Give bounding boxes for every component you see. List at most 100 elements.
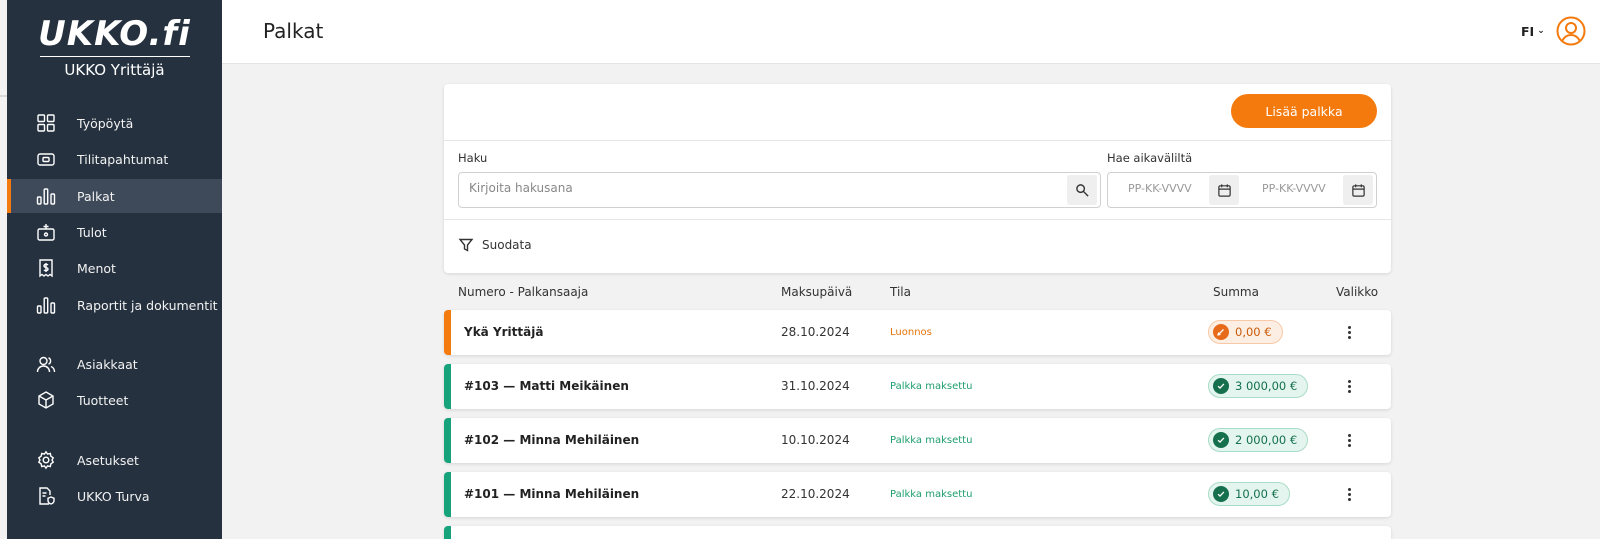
check-icon (1213, 432, 1229, 448)
sidebar-item-palkat[interactable]: Palkat (7, 179, 222, 213)
sidebar: UKKO.fi UKKO Yrittäjä Työpöytä Tilitapah… (7, 0, 222, 539)
add-salary-button[interactable]: Lisää palkka (1231, 94, 1377, 128)
amount-badge: 10,00 € (1208, 482, 1290, 506)
sidebar-item-label: Palkat (77, 188, 115, 204)
shield-document-icon (36, 486, 56, 506)
payment-date: 31.10.2024 (781, 379, 850, 393)
sidebar-item-tilitapahtumat[interactable]: Tilitapahtumat (7, 142, 222, 176)
sidebar-item-tulot[interactable]: Tulot (7, 215, 222, 249)
status-indicator-bar (444, 526, 451, 539)
sidebar-item-label: Tulot (77, 224, 107, 240)
status-text: Luonnos (890, 327, 932, 338)
grid-icon (36, 113, 56, 133)
table-row[interactable]: #103 — Matti Meikäinen 31.10.2024 Palkka… (444, 364, 1391, 409)
logo-divider (39, 56, 190, 57)
payment-date: 22.10.2024 (781, 487, 850, 501)
amount-value: 2 000,00 € (1235, 433, 1298, 447)
sidebar-item-tuotteet[interactable]: Tuotteet (7, 383, 222, 417)
logo[interactable]: UKKO.fi UKKO Yrittäjä (7, 14, 222, 79)
sidebar-item-label: UKKO Turva (77, 488, 150, 504)
status-indicator-bar (444, 418, 451, 463)
bar-chart-icon (36, 186, 56, 206)
receipt-icon (36, 258, 56, 278)
table-row[interactable]: #102 — Minna Mehiläinen 10.10.2024 Palkk… (444, 418, 1391, 463)
table-row[interactable]: #101 — Minna Mehiläinen 22.10.2024 Palkk… (444, 472, 1391, 517)
column-header-menu: Valikko (1336, 285, 1379, 299)
users-icon (36, 354, 56, 374)
sidebar-item-raportit[interactable]: Raportit ja dokumentit (7, 288, 222, 322)
logo-subtitle: UKKO Yrittäjä (64, 61, 165, 79)
column-header-status[interactable]: Tila (890, 285, 911, 299)
recipient-name: #101 — Minna Mehiläinen (464, 487, 640, 501)
page-title: Palkat (263, 19, 324, 43)
box-icon (36, 390, 56, 410)
filter-toggle[interactable]: Suodata (458, 237, 532, 253)
search-icon (1075, 183, 1089, 197)
sidebar-item-label: Asetukset (77, 452, 139, 468)
sidebar-item-asiakkaat[interactable]: Asiakkaat (7, 347, 222, 381)
draft-pencil-icon (1213, 324, 1229, 340)
amount-value: 10,00 € (1235, 487, 1279, 501)
calendar-icon (1217, 183, 1231, 197)
amount-badge: 0,00 € (1208, 320, 1283, 344)
search-input[interactable] (469, 181, 1029, 195)
date-end-input[interactable] (1262, 182, 1342, 195)
sidebar-item-ukko-turva[interactable]: UKKO Turva (7, 479, 222, 513)
sidebar-item-menot[interactable]: Menot (7, 251, 222, 285)
sidebar-item-label: Asiakkaat (77, 356, 138, 372)
search-field[interactable] (458, 172, 1101, 208)
sidebar-item-label: Tuotteet (77, 392, 129, 408)
filter-card: Lisää palkka Haku Hae aikaväliltä Suodat… (444, 84, 1391, 273)
recipient-name: #103 — Matti Meikäinen (464, 379, 629, 393)
status-text: Palkka maksettu (890, 381, 973, 392)
chevron-down-icon: ⌄ (1537, 25, 1545, 36)
cash-register-icon (36, 222, 56, 242)
payment-date: 10.10.2024 (781, 433, 850, 447)
date-start-picker-button[interactable] (1209, 175, 1239, 205)
search-label: Haku (458, 151, 488, 165)
check-icon (1213, 486, 1229, 502)
sidebar-item-asetukset[interactable]: Asetukset (7, 443, 222, 477)
divider (444, 140, 1391, 141)
filter-toggle-label: Suodata (482, 238, 532, 252)
row-menu-button[interactable] (1343, 376, 1355, 396)
status-indicator-bar (444, 472, 451, 517)
search-button[interactable] (1067, 175, 1097, 205)
sidebar-item-label: Menot (77, 260, 116, 276)
settings-icon (36, 450, 56, 470)
row-menu-button[interactable] (1343, 484, 1355, 504)
row-menu-button[interactable] (1343, 322, 1355, 342)
user-profile-icon[interactable] (1556, 16, 1586, 46)
column-header-amount[interactable]: Summa (1213, 285, 1259, 299)
amount-badge: 2 000,00 € (1208, 428, 1309, 452)
sidebar-item-tyopoyta[interactable]: Työpöytä (7, 106, 222, 140)
calendar-icon (1351, 183, 1365, 197)
recipient-name: #102 — Minna Mehiläinen (464, 433, 640, 447)
status-text: Palkka maksettu (890, 435, 973, 446)
sidebar-item-label: Työpöytä (77, 115, 134, 131)
left-edge-strip (0, 0, 7, 539)
date-range-label: Hae aikaväliltä (1107, 151, 1193, 165)
payment-date: 28.10.2024 (781, 325, 850, 339)
status-text: Palkka maksettu (890, 489, 973, 500)
amount-badge: 3 000,00 € (1208, 374, 1309, 398)
status-indicator-bar (444, 364, 451, 409)
report-chart-icon (36, 295, 56, 315)
status-indicator-bar (444, 310, 451, 355)
column-header-number-recipient[interactable]: Numero - Palkansaaja (458, 285, 588, 299)
language-selector[interactable]: FI ⌄ (1521, 24, 1545, 39)
recipient-name: Ykä Yrittäjä (464, 325, 544, 339)
divider (444, 219, 1391, 220)
column-header-payment-date[interactable]: Maksupäivä (781, 285, 852, 299)
top-bar: Palkat FI ⌄ (222, 0, 1600, 64)
date-start-input[interactable] (1128, 182, 1208, 195)
sidebar-item-label: Tilitapahtumat (77, 151, 169, 167)
amount-value: 3 000,00 € (1235, 379, 1298, 393)
check-icon (1213, 378, 1229, 394)
sidebar-item-label: Raportit ja dokumentit (77, 297, 218, 313)
table-row[interactable]: Ykä Yrittäjä 28.10.2024 Luonnos 0,00 € (444, 310, 1391, 355)
table-row[interactable] (444, 526, 1391, 539)
row-menu-button[interactable] (1343, 430, 1355, 450)
date-range-field (1107, 172, 1377, 208)
date-end-picker-button[interactable] (1343, 175, 1373, 205)
